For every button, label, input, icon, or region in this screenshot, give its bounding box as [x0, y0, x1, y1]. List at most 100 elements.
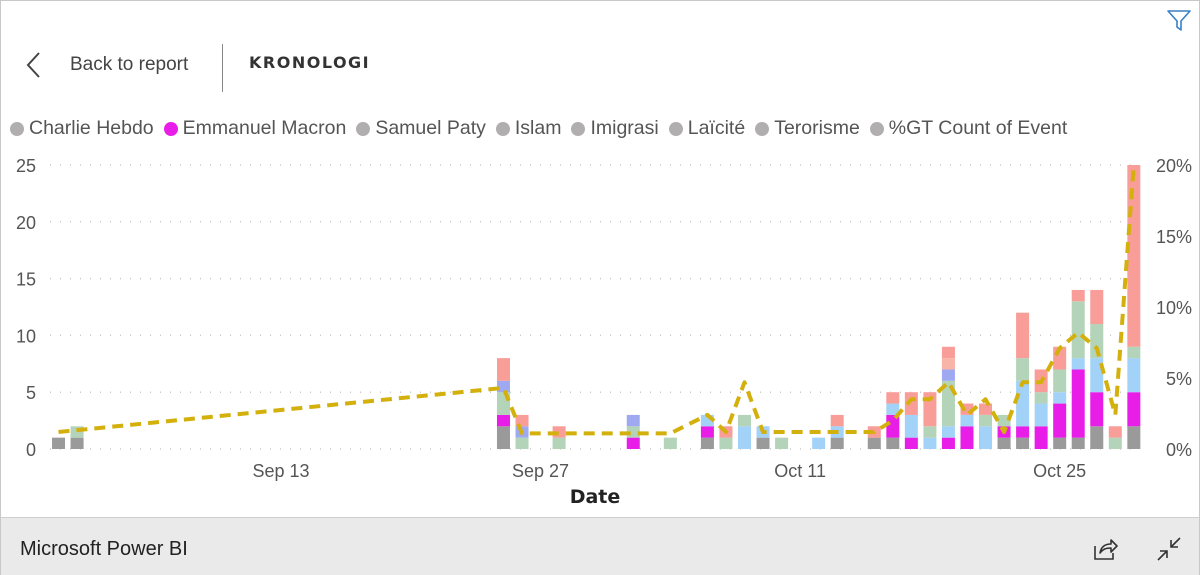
bar-segment: [1034, 392, 1048, 404]
legend-item[interactable]: Laïcité: [668, 117, 746, 140]
x-tick-label: Sep 13: [252, 461, 309, 481]
bar-stack: [663, 437, 677, 449]
bar-segment: [1034, 403, 1048, 427]
bar-segment: [904, 414, 918, 438]
legend-label: Samuel Paty: [375, 117, 486, 139]
bar-segment: [941, 358, 955, 370]
bar-segment: [886, 392, 900, 404]
bar-segment: [941, 346, 955, 359]
bar-segment: [1016, 426, 1030, 438]
y2-tick-label: 20%: [1156, 156, 1192, 176]
back-to-report-button[interactable]: Back to report: [24, 50, 188, 80]
collapse-icon[interactable]: [1156, 536, 1182, 562]
legend-dot-icon: [10, 121, 24, 136]
page-title: KRONOLOGI: [249, 53, 371, 72]
bar-segment: [719, 437, 733, 449]
share-icon[interactable]: [1092, 536, 1118, 562]
bar-segment: [496, 414, 510, 427]
bar-segment: [700, 426, 714, 438]
bar-stack: [496, 358, 510, 449]
legend-label: Emmanuel Macron: [182, 117, 347, 139]
x-axis-title: Date: [570, 486, 621, 508]
y2-tick-label: 10%: [1156, 298, 1192, 318]
y2-tick-label: 5%: [1166, 369, 1192, 389]
legend-label: Laïcité: [687, 117, 746, 139]
bar-segment: [700, 437, 714, 449]
bar-segment: [496, 358, 510, 381]
bar-segment: [626, 414, 640, 427]
legend-item[interactable]: Samuel Paty: [356, 117, 486, 140]
bar-segment: [1090, 289, 1104, 325]
bar-stack: [979, 403, 993, 449]
y-tick-label: 5: [26, 383, 36, 403]
legend-dot-icon: [356, 121, 371, 136]
chart: 0 5 10 15 20 25 0% 5% 10% 15% 20% Sep 13 Sep 27 Oct 1…: [16, 156, 1192, 508]
bar-segment: [1071, 301, 1085, 359]
legend-dot-icon: [755, 121, 770, 136]
bar-stack: [867, 426, 881, 449]
gt-count-line: [58, 164, 1136, 436]
bar-segment: [1127, 426, 1141, 449]
legend-item[interactable]: Terorisme: [755, 117, 860, 140]
legend-dot-icon: [495, 121, 510, 136]
x-tick-label: Oct 11: [774, 461, 826, 481]
bar-segment: [1090, 426, 1104, 449]
y-tick-label: 20: [16, 213, 36, 233]
bar-segment: [997, 437, 1011, 449]
bar-stack: [941, 346, 955, 449]
bar-segment: [1071, 369, 1085, 438]
bar-segment: [1016, 312, 1030, 359]
bar-segment: [979, 414, 993, 427]
chevron-left-icon: [26, 52, 40, 78]
legend-item[interactable]: Emmanuel Macron: [163, 117, 347, 140]
bar-segment: [515, 437, 529, 449]
bar-segment: [960, 426, 974, 449]
bar-segment: [496, 426, 510, 449]
legend-dot-icon: [163, 121, 178, 136]
bar-stack: [1053, 346, 1067, 449]
bar-segment: [1127, 358, 1141, 393]
bar-segment: [1108, 437, 1122, 449]
bar-stack: [1108, 426, 1122, 449]
bar-segment: [1127, 165, 1141, 347]
bar-segment: [756, 437, 770, 449]
brand-label: Microsoft Power BI: [20, 538, 188, 560]
footer-bar: Microsoft Power BI: [1, 517, 1199, 575]
bar-segment: [960, 414, 974, 427]
bar-segment: [941, 369, 955, 381]
bar-segment: [775, 437, 789, 449]
bar-stack: [812, 437, 826, 449]
bar-segment: [904, 437, 918, 449]
y-tick-label: 0: [26, 440, 36, 460]
bar-segment: [830, 414, 844, 427]
legend-item[interactable]: Islam: [495, 117, 562, 140]
filter-icon[interactable]: [1166, 8, 1192, 34]
bar-segment: [941, 437, 955, 449]
bar-segment: [70, 437, 84, 449]
legend-label: Islam: [514, 117, 562, 139]
legend-item[interactable]: Charlie Hebdo: [10, 117, 154, 140]
bar-segment: [1016, 437, 1030, 449]
bar-segment: [52, 437, 66, 449]
bar-segment: [867, 437, 881, 449]
bar-segment: [941, 426, 955, 438]
bar-segment: [663, 437, 677, 449]
legend-dot-icon: [869, 121, 884, 136]
bar-segment: [1127, 392, 1141, 427]
bar-segment: [738, 426, 751, 449]
header-divider: [222, 44, 223, 92]
legend-item[interactable]: Imigrasi: [571, 117, 659, 140]
y-tick-label: 15: [16, 270, 36, 290]
bar-stack: [552, 426, 566, 449]
bar-stack: [738, 414, 751, 449]
legend-label: Imigrasi: [590, 117, 659, 139]
bar-stack: [1071, 289, 1085, 449]
y-tick-label: 25: [16, 156, 36, 176]
bar-segment: [1053, 392, 1067, 404]
bar-segment: [979, 403, 993, 415]
bar-segment: [1108, 426, 1122, 438]
chart-legend: Charlie Hebdo Emmanuel Macron Samuel Paty I…: [10, 117, 1077, 140]
legend-item[interactable]: %GT Count of Event: [869, 117, 1067, 140]
y-tick-label: 10: [16, 326, 36, 346]
bar-segment: [1016, 380, 1030, 427]
